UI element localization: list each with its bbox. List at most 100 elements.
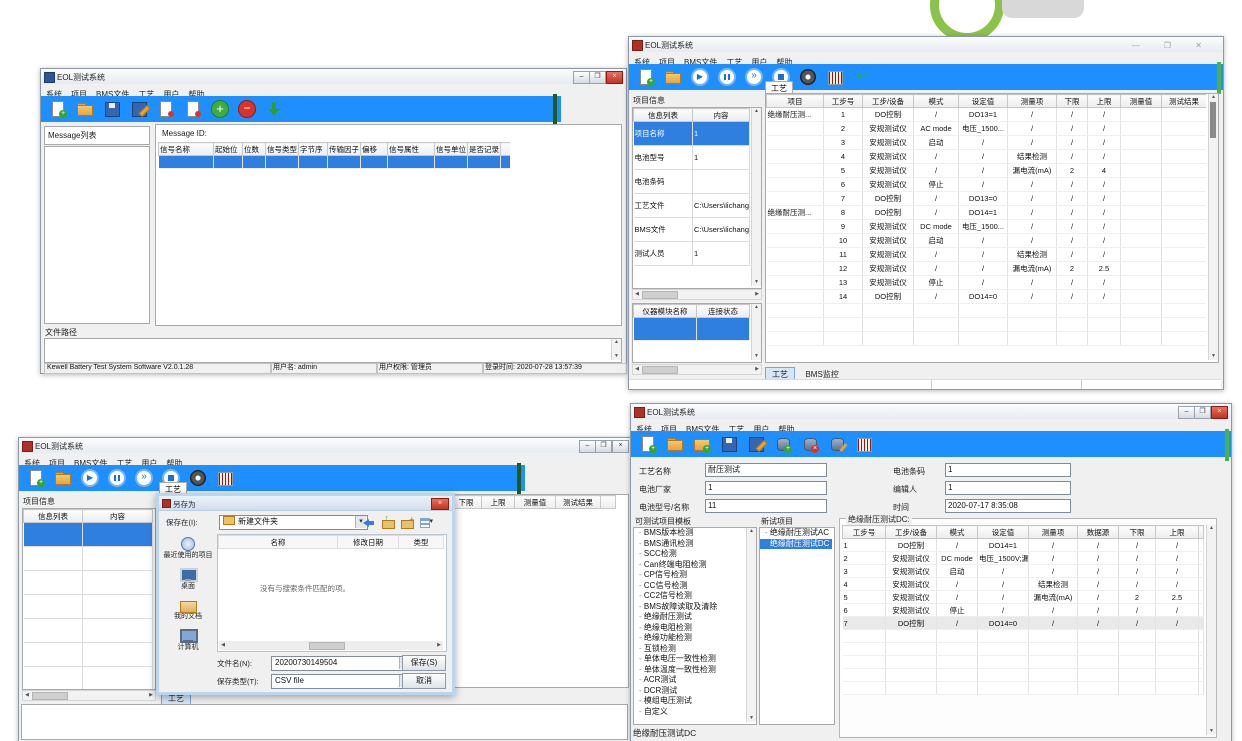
vertical-scrollbar[interactable]: ▲▼ [751,304,761,360]
column-header[interactable]: 信号单位 [435,143,468,156]
column-header[interactable]: 测量项 [1008,95,1057,108]
db-add-icon[interactable] [774,435,792,453]
signal-table[interactable]: 信号名称起始位位数信号类型字节序传输因子偏移信号属性信号单位是否记录 [158,142,510,169]
barcode-icon[interactable] [216,469,234,487]
place-desktop[interactable]: 桌面 [163,567,213,591]
column-header[interactable]: 修改日期 [338,536,399,549]
horizontal-scrollbar[interactable]: ◀▶ [632,289,762,300]
save-icon[interactable] [103,100,121,118]
column-header[interactable]: 信息列表 [634,109,693,122]
table-row[interactable]: 绝缘耐压测...1DO控制/DO13=1/// [767,108,1207,122]
template-list[interactable]: BMS版本检测BMS通讯检测SCC检测Can终端电阻检测CP信号检测CC信号检测… [633,527,757,725]
file-list-header[interactable]: 名称修改日期类型 [218,535,444,549]
pause-icon[interactable] [108,469,126,487]
file-path-textarea[interactable]: ▲▼ [44,338,622,363]
column-header[interactable]: 连接状态 [697,305,750,318]
table-row[interactable]: 4安规测试仪//结果检测// [767,150,1207,164]
column-header[interactable]: 模式 [914,95,959,108]
titlebar[interactable]: EOL测试系统 – ❐ × [19,438,632,454]
column-header[interactable]: 内容 [83,510,153,523]
save-button[interactable]: 保存(S) [402,655,446,671]
new-file-icon[interactable] [639,435,657,453]
table-row[interactable]: 7DO控制/DO14=0//// [843,617,1204,630]
table-row[interactable]: 电池条码 [634,170,750,194]
titlebar[interactable]: EOL测试系统 – ❐ × [631,404,1231,420]
column-header[interactable]: 信号名称 [159,143,214,156]
column-header[interactable]: 偏移 [361,143,388,156]
table-row[interactable] [24,523,153,547]
place-recent[interactable]: 最近使用的项目 [163,536,213,560]
template-item[interactable]: BMS版本检测 [634,528,756,539]
undo-icon[interactable] [853,68,871,86]
table-row[interactable] [843,643,1204,656]
column-header[interactable]: 信息列表 [24,510,83,523]
dialog-titlebar[interactable]: 另存为 × [159,496,452,511]
new-file-icon[interactable] [637,68,655,86]
db-edit-icon[interactable] [828,435,846,453]
table-row[interactable] [767,304,1207,318]
table-row[interactable]: 项目名称1 [634,122,750,146]
file-list[interactable]: 名称修改日期类型 没有与搜索条件匹配的项。 ◀▶ [217,534,447,652]
template-item[interactable]: 互锁检测 [634,644,756,655]
table-row[interactable] [634,318,750,341]
close-button[interactable]: × [612,440,629,453]
column-header[interactable]: 上限 [482,496,515,509]
log-textarea[interactable] [21,704,628,740]
column-header[interactable]: 上限 [1156,526,1199,539]
column-header[interactable]: 信号类型 [266,143,299,156]
battery-model-input[interactable]: 11 [705,499,827,513]
horizontal-scrollbar[interactable]: ◀▶ [22,690,156,701]
project-step-group[interactable]: 绝缘耐压测试AC [760,528,834,539]
table-row[interactable]: 13安规测试仪停止//// [767,276,1207,290]
fast-forward-icon[interactable] [135,469,153,487]
vertical-scrollbar[interactable]: ▲▼ [1208,94,1218,360]
table-row[interactable]: 3安规测试仪启动//// [767,136,1207,150]
column-header[interactable]: 下限 [1057,95,1088,108]
table-row[interactable] [843,682,1204,695]
template-item[interactable]: Can终端电阻检测 [634,560,756,571]
steps-table[interactable]: 项目工步号工步/设备模式设定值测量项下限上限测量值测试结果绝缘耐压测...1DO… [766,94,1206,346]
module-table[interactable]: 仪器模块名称连接状态 [633,304,750,341]
column-header[interactable]: 测试结果 [1162,95,1207,108]
table-row[interactable]: BMS文件C:\Users\lichangjiang\Desktop\ [634,218,750,242]
column-header[interactable]: 起始位 [214,143,243,156]
horizontal-scrollbar[interactable]: ◀▶ [219,641,443,650]
table-row[interactable] [843,656,1204,669]
place-documents[interactable]: 我的文档 [163,597,213,621]
template-item[interactable]: SCC检测 [634,549,756,560]
table-row[interactable] [24,619,153,643]
pause-icon[interactable] [718,68,736,86]
barcode-icon[interactable] [855,435,873,453]
editor-input[interactable]: 1 [945,481,1071,495]
fast-forward-icon[interactable] [745,68,763,86]
play-icon[interactable] [691,68,709,86]
template-item[interactable]: 绝缘功能检测 [634,633,756,644]
column-header[interactable]: 测量项 [1029,526,1078,539]
views-icon[interactable] [419,515,433,529]
table-row[interactable] [843,630,1204,643]
table-row[interactable]: 6安规测试仪停止//// [767,178,1207,192]
template-item[interactable]: 自定义 [634,707,756,718]
column-header[interactable]: 设定值 [959,95,1008,108]
table-row[interactable]: 7DO控制/DO13=0/// [767,192,1207,206]
table-row[interactable]: 12安规测试仪//漏电流(mA)22.5 [767,262,1207,276]
add-icon[interactable] [211,100,229,118]
table-row[interactable]: 11安规测试仪//结果检测// [767,248,1207,262]
horizontal-scrollbar[interactable]: ◀▶ [632,364,762,375]
open-folder-icon[interactable] [54,469,72,487]
export-icon[interactable] [157,100,175,118]
column-header[interactable]: 传输因子 [328,143,361,156]
template-item[interactable]: BMS通讯检测 [634,539,756,550]
column-header[interactable]: 项目 [767,95,824,108]
table-row[interactable]: 2安规测试仪DC mode电压_1500V;漏...//// [843,552,1204,565]
column-header[interactable]: 内容 [693,109,750,122]
column-header[interactable]: 数据源 [1078,526,1119,539]
disc-icon[interactable] [189,469,207,487]
save-icon[interactable] [720,435,738,453]
column-header[interactable]: 下限 [1119,526,1156,539]
maximize-button[interactable]: ❐ [1194,406,1211,419]
table-row[interactable]: 10安规测试仪启动//// [767,234,1207,248]
folder-add-icon[interactable] [693,435,711,453]
column-header[interactable]: 是否记录 [468,143,501,156]
restore-button[interactable]: ❐ [589,71,606,84]
